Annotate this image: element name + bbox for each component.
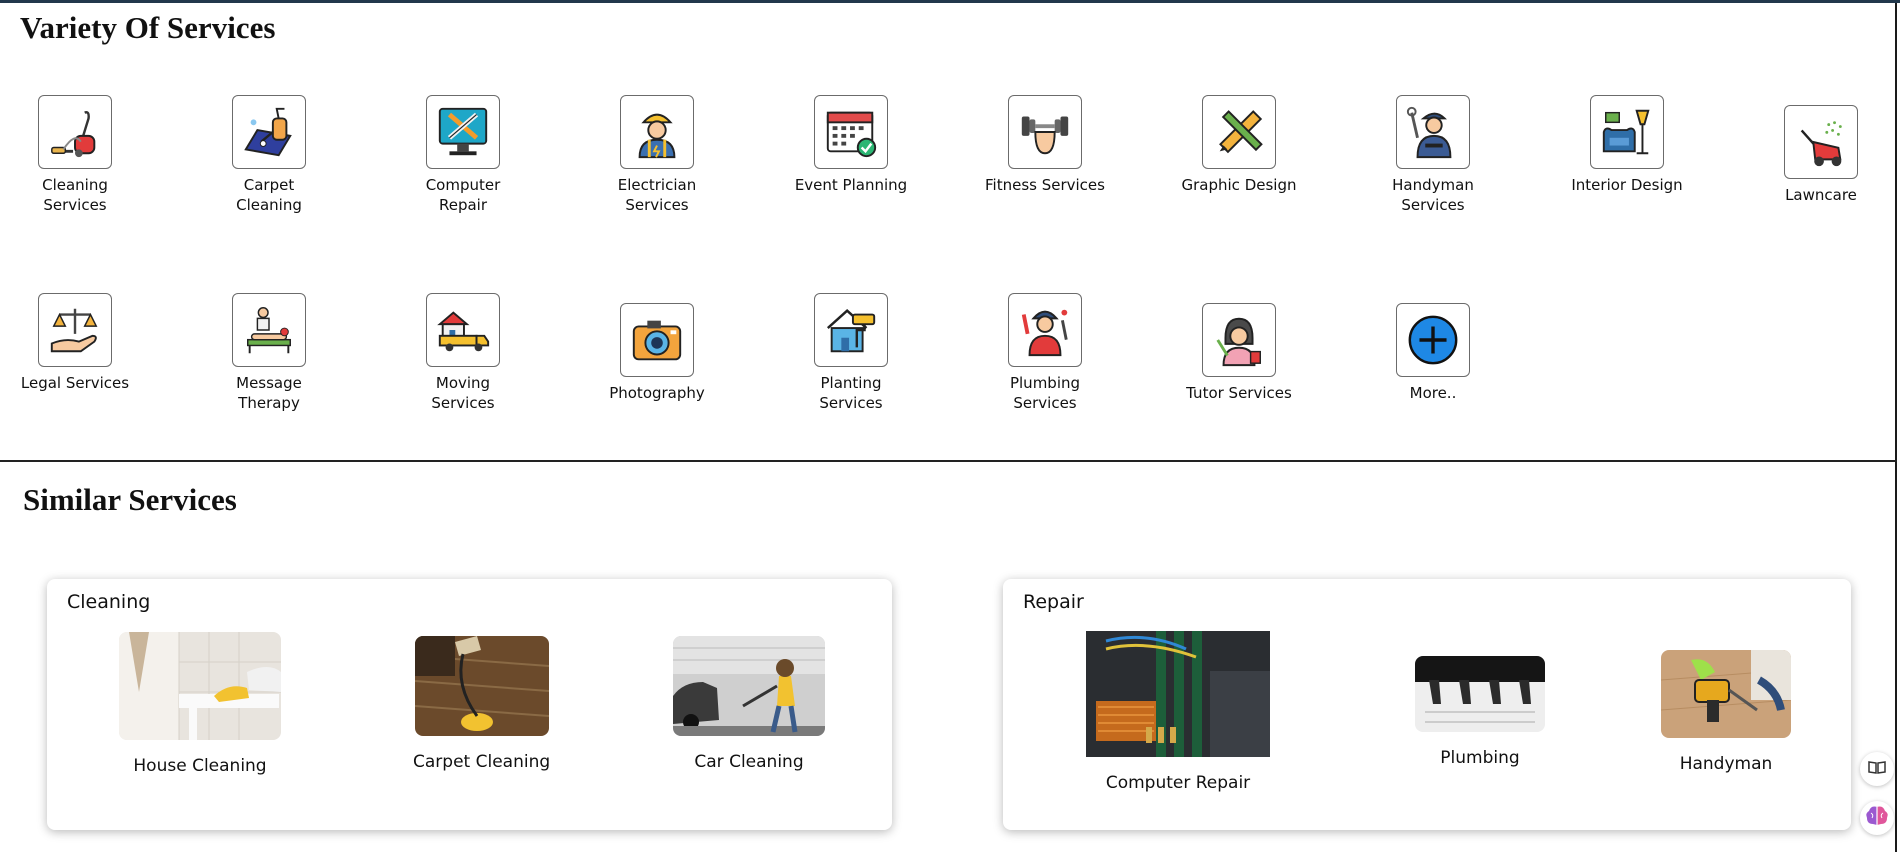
computer-repair-item[interactable]: Computer Repair (1086, 631, 1270, 793)
book-reader-icon (1868, 760, 1886, 779)
car-cleaning-item[interactable]: Car Cleaning (673, 636, 825, 772)
card-title: Repair (1023, 591, 1084, 613)
service-cleaning[interactable]: Cleaning Services (5, 95, 145, 215)
handyman-photo (1661, 650, 1791, 738)
car-cleaning-label: Car Cleaning (694, 752, 804, 772)
service-interior-design[interactable]: Interior Design (1557, 95, 1697, 195)
electrician-icon (620, 95, 694, 169)
service-tutor[interactable]: Tutor Services (1169, 303, 1309, 403)
carpet-cleaning-label: Carpet Cleaning (413, 752, 551, 772)
house-cleaning-label: House Cleaning (133, 756, 267, 776)
service-handyman[interactable]: Handyman Services (1363, 95, 1503, 215)
brain-icon (1865, 805, 1889, 832)
section-divider (0, 460, 1897, 462)
camera-icon (620, 303, 694, 377)
service-moving[interactable]: Moving Services (393, 293, 533, 413)
service-label: Event Planning (794, 176, 908, 194)
handyman-icon (1396, 95, 1470, 169)
service-label: Electrician Services (617, 176, 697, 214)
computer-repair-label: Computer Repair (1105, 773, 1251, 793)
ruler-pencil-icon (1202, 95, 1276, 169)
plumbing-label: Plumbing (1440, 748, 1520, 768)
plus-circle-icon (1396, 303, 1470, 377)
moving-truck-icon (426, 293, 500, 367)
paint-house-icon (814, 293, 888, 367)
lawn-mower-icon (1784, 105, 1858, 179)
tutor-icon (1202, 303, 1276, 377)
plumbing-item[interactable]: Plumbing (1415, 656, 1545, 768)
vacuum-cleaner-icon (38, 95, 112, 169)
service-label: Moving Services (431, 374, 495, 412)
service-electrician[interactable]: Electrician Services (587, 95, 727, 215)
similar-services-title: Similar Services (23, 482, 237, 517)
service-graphic-design[interactable]: Graphic Design (1169, 95, 1309, 195)
reader-button[interactable] (1860, 752, 1894, 786)
computer-repair-photo (1086, 631, 1270, 757)
service-photography[interactable]: Photography (587, 303, 727, 403)
service-label: Carpet Cleaning (236, 176, 302, 214)
service-label: Plumbing Services (1009, 374, 1081, 412)
plumbing-photo (1415, 656, 1545, 732)
carpet-cleaning-photo (414, 636, 549, 736)
card-title: Cleaning (67, 591, 151, 613)
carpet-cleaner-icon (232, 95, 306, 169)
service-lawncare[interactable]: Lawncare (1751, 105, 1891, 205)
service-label: Cleaning Services (42, 176, 108, 214)
massage-icon (232, 293, 306, 367)
scales-hand-icon (38, 293, 112, 367)
service-computer-repair[interactable]: Computer Repair (393, 95, 533, 215)
dumbbell-icon (1008, 95, 1082, 169)
service-planting[interactable]: Planting Services (781, 293, 921, 413)
service-message-therapy[interactable]: Message Therapy (199, 293, 339, 413)
house-cleaning-photo (119, 632, 281, 740)
service-label: Interior Design (1571, 176, 1683, 194)
service-carpet-cleaning[interactable]: Carpet Cleaning (199, 95, 339, 215)
service-label: Computer Repair (425, 176, 501, 214)
service-label: Lawncare (1785, 186, 1857, 204)
ai-assistant-button[interactable] (1860, 801, 1894, 835)
service-legal[interactable]: Legal Services (5, 293, 145, 393)
service-event-planning[interactable]: Event Planning (781, 95, 921, 195)
service-label: Message Therapy (236, 374, 302, 412)
plumber-icon (1008, 293, 1082, 367)
service-plumbing[interactable]: Plumbing Services (975, 293, 1115, 413)
service-fitness[interactable]: Fitness Services (975, 95, 1115, 195)
service-label: Tutor Services (1186, 384, 1292, 402)
cleaning-card: Cleaning House Cleaning Carpet Cleaning … (47, 579, 892, 830)
calendar-icon (814, 95, 888, 169)
armchair-lamp-icon (1590, 95, 1664, 169)
service-label: Planting Services (819, 374, 883, 412)
computer-repair-icon (426, 95, 500, 169)
service-label: Photography (609, 384, 705, 402)
service-label: Graphic Design (1181, 176, 1297, 194)
variety-services-title: Variety Of Services (20, 10, 276, 45)
service-label: Legal Services (20, 374, 130, 392)
service-label: Handyman Services (1392, 176, 1474, 214)
service-label: More.. (1409, 384, 1457, 402)
service-label: Fitness Services (985, 176, 1105, 194)
service-more[interactable]: More.. (1363, 303, 1503, 403)
house-cleaning-item[interactable]: House Cleaning (119, 632, 281, 776)
handyman-label: Handyman (1679, 754, 1773, 774)
car-cleaning-photo (673, 636, 825, 736)
carpet-cleaning-item[interactable]: Carpet Cleaning (413, 636, 550, 772)
handyman-item[interactable]: Handyman (1661, 650, 1791, 774)
repair-card: Repair Computer Repair Plumbing Handyman (1003, 579, 1851, 830)
